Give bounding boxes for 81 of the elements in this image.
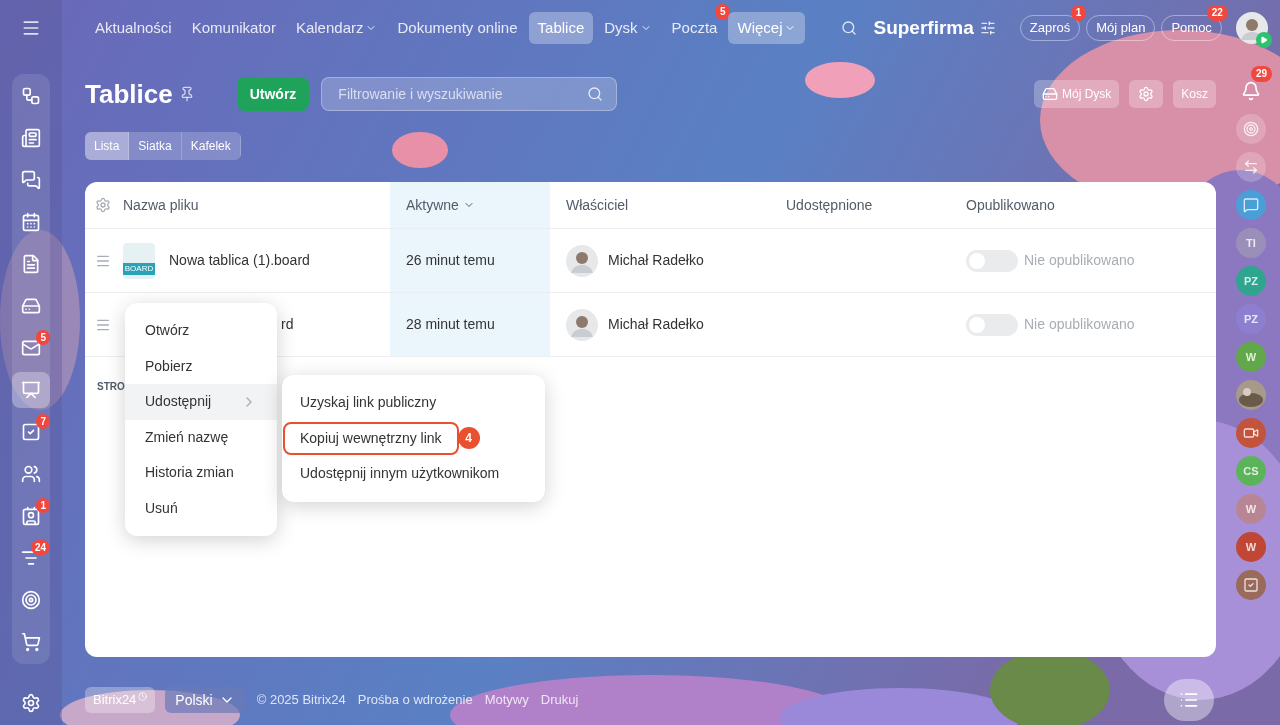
menu-item[interactable]: Udostępnij innym użytkownikom [285,457,515,491]
sliders-icon[interactable] [979,20,996,36]
document-icon [21,254,41,274]
menu-item[interactable]: Kopiuj wewnętrzny link [283,421,459,455]
target-icon [21,590,41,610]
toolbar-button[interactable]: Kosz [1173,80,1216,108]
menu-item[interactable]: Udostępnij [125,384,277,420]
mail-icon [21,338,41,358]
view-tab[interactable]: Siatka [129,132,182,160]
list-button[interactable] [1164,679,1214,721]
menu-item[interactable]: Zmień nazwę [125,419,277,455]
target-button[interactable] [1236,114,1266,144]
avatar-icon [566,244,598,277]
company-name: Superfirma [873,15,974,40]
owner-name[interactable]: Michał Radełko [608,250,704,271]
list-icon [1179,690,1199,710]
checkbox-icon [21,422,41,442]
nav-tab[interactable]: Dysk [595,12,661,44]
view-tab[interactable]: Lista [85,132,130,160]
create-button[interactable]: Utwórz [236,77,310,111]
message-icon [1243,197,1259,213]
toolbar-button[interactable]: Mój Dysk [1033,80,1120,108]
flow-icon [21,86,41,106]
checkbox-icon [1243,577,1259,593]
nav-tab[interactable]: Więcej [728,12,806,44]
nav-tab[interactable]: Komunikator [182,12,285,44]
drive-icon [1041,86,1058,102]
swap-button[interactable] [1236,152,1266,182]
menu-item[interactable]: Otwórz [125,313,277,349]
page-title: Tablice [85,77,173,111]
search-icon[interactable] [587,86,604,102]
chat-icon [21,170,41,190]
calendar-icon [21,212,41,232]
search-icon[interactable] [841,20,858,36]
file-name[interactable]: rd [281,314,294,335]
bell-icon[interactable] [1241,81,1261,101]
view-tab[interactable]: Kafelek [181,132,241,160]
settings-icon [1138,86,1155,102]
sidebar-item[interactable]: 24 [12,540,50,576]
active-time: 26 minut temu [406,251,495,270]
column-header[interactable]: Nazwa pliku [123,194,199,216]
pager-text: STRO [97,381,125,392]
settings-icon[interactable] [95,197,111,213]
file-name[interactable]: Nowa tablica (1).board [169,250,310,271]
menu-icon[interactable] [21,18,41,38]
owner-name[interactable]: Michał Radełko [608,314,704,335]
drive-icon [21,296,41,316]
clock-icon [138,691,148,701]
board-icon [21,380,41,400]
news-icon [21,128,41,148]
sidebar-item[interactable] [12,372,50,408]
swap-arrows-icon [1243,159,1259,175]
nav-tab[interactable]: Aktualności [86,12,181,44]
settings-button[interactable] [1129,80,1164,108]
publish-status: Nie opublikowano [1024,315,1135,334]
publish-status: Nie opublikowano [1024,251,1135,270]
sidebar-item[interactable]: 5 [12,330,50,366]
nav-tab[interactable]: Tablice [528,12,594,44]
footer-link[interactable]: Motywy [484,690,529,710]
nav-tab[interactable]: Kalendarz [286,12,387,44]
menu-item[interactable]: Historia zmian [125,455,277,491]
cart-icon [21,632,41,652]
people-icon [21,464,41,484]
avatar-icon [566,308,598,341]
nav-tab[interactable]: Dokumenty online [388,12,527,44]
footer-link[interactable]: Drukuj [540,690,579,710]
sidebar-item[interactable]: 1 [12,498,50,534]
active-time: 28 minut temu [406,315,495,334]
menu-item[interactable]: Uzyskaj link publiczny [285,386,452,420]
menu-item[interactable]: Usuń [125,490,277,526]
video-camera-icon [1243,425,1259,441]
target-icon [1243,121,1259,137]
contact-card-icon [21,506,41,526]
sidebar-item[interactable]: 7 [12,414,50,450]
board-file-icon: BOARD [123,242,155,279]
column-header[interactable]: Udostępnione [786,194,873,216]
column-header[interactable]: Właściciel [566,194,629,216]
menu-item[interactable]: Pobierz [125,348,277,384]
column-header[interactable]: Opublikowano [966,194,1055,216]
step-badge: 4 [457,427,480,450]
language-select[interactable]: Polski [165,687,245,713]
